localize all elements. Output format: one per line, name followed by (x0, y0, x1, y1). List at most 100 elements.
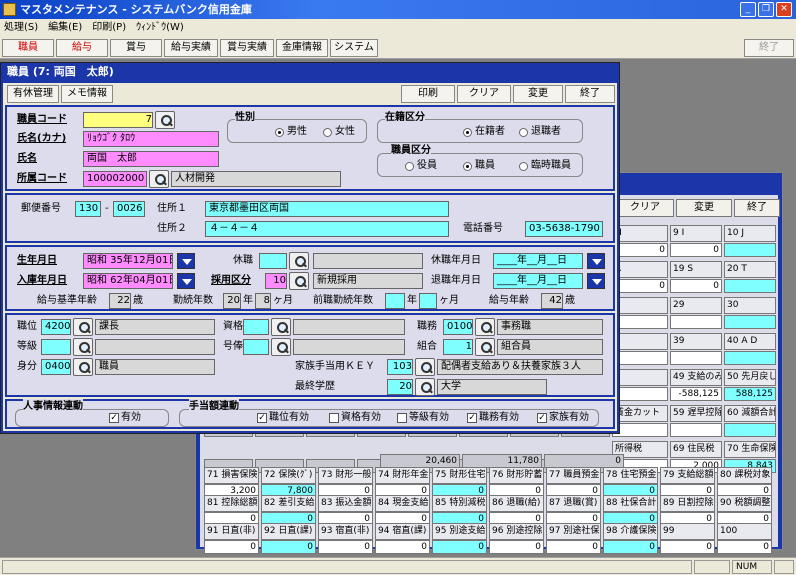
module-exit[interactable]: 終了 (744, 39, 794, 57)
restore-icon[interactable]: ❐ (758, 2, 774, 17)
retire-field[interactable]: ____年__月__日 (493, 273, 583, 289)
menu-process[interactable]: 処理(S) (4, 22, 38, 33)
union-search-icon[interactable] (475, 338, 495, 356)
leave-date-field[interactable]: ____年__月__日 (493, 253, 583, 269)
addr2-field[interactable]: ４－４－４ (205, 221, 449, 237)
edu-search-icon[interactable] (415, 378, 435, 396)
tab-memo[interactable]: メモ情報 (61, 85, 113, 103)
module-bank-info[interactable]: 金庫情報 (276, 39, 328, 57)
grid-value-cell[interactable]: 0 (318, 540, 373, 554)
pos-code-field[interactable]: 4200 (41, 319, 71, 335)
grid-value-cell[interactable]: 0 (489, 540, 544, 554)
salary-exit-button[interactable]: 終了 (734, 199, 780, 217)
print-button[interactable]: 印刷 (401, 85, 455, 103)
menu-edit[interactable]: 編集(E) (48, 22, 82, 33)
qual-code-field[interactable] (243, 319, 269, 335)
leave-date-dropdown-icon[interactable] (587, 253, 605, 269)
grid-value-cell[interactable] (612, 351, 668, 365)
allow-position-checkbox[interactable]: ✓ (257, 413, 267, 423)
allow-family-checkbox[interactable]: ✓ (537, 413, 547, 423)
emp-code-field[interactable]: 7 (83, 112, 153, 128)
grid-value-cell[interactable]: 0 (204, 540, 259, 554)
hire-type-code-field[interactable]: 10 (265, 273, 287, 289)
clear-button[interactable]: クリア (457, 85, 511, 103)
module-salary[interactable]: 給与 (56, 39, 108, 57)
retire-dropdown-icon[interactable] (587, 273, 605, 289)
addr1-field[interactable]: 東京都墨田区両国 (205, 201, 449, 217)
grid-value-cell[interactable] (670, 315, 722, 329)
grid-value-cell[interactable]: 0 (670, 243, 722, 257)
dept-code-field[interactable]: 100002000 (83, 171, 147, 187)
menu-print[interactable]: 印刷(P) (92, 22, 126, 33)
zip-second-field[interactable]: 0026 (113, 201, 145, 217)
menu-window[interactable]: ｳｨﾝﾄﾞｳ(W) (136, 22, 184, 33)
grid-value-cell[interactable]: 0 (432, 540, 487, 554)
prev-months-field[interactable] (419, 293, 437, 309)
family-key-search-icon[interactable] (415, 358, 435, 376)
grid-value-cell[interactable]: -588,125 (670, 387, 722, 401)
zip-first-field[interactable]: 130 (75, 201, 101, 217)
close-icon[interactable]: ✕ (776, 2, 792, 17)
grade-code-field[interactable] (41, 339, 71, 355)
salary-clear-button[interactable]: クリア (616, 199, 674, 217)
module-staff[interactable]: 職員 (2, 39, 54, 57)
prev-years-field[interactable] (385, 293, 405, 309)
grid-value-cell[interactable]: 0 (612, 243, 668, 257)
staff-temp-radio[interactable] (519, 162, 528, 171)
hire-field[interactable]: 昭和 62年04月01日 (83, 273, 173, 289)
grid-value-cell[interactable]: 0 (544, 454, 624, 468)
grid-value-cell[interactable]: 0 (660, 540, 715, 554)
grid-value-cell[interactable] (670, 351, 722, 365)
grid-value-cell[interactable]: 0 (375, 540, 430, 554)
family-key-code-field[interactable]: 103 (387, 359, 413, 375)
module-bonus-results[interactable]: 賞与実績 (220, 39, 274, 57)
allow-duty-checkbox[interactable]: ✓ (467, 413, 477, 423)
leave-code-field[interactable] (259, 253, 287, 269)
grid-value-cell[interactable]: 11,780 (462, 454, 542, 468)
module-bonus[interactable]: 賞与 (110, 39, 162, 57)
step-code-field[interactable] (243, 339, 269, 355)
minimize-icon[interactable]: _ (740, 2, 756, 17)
grid-value-cell[interactable]: 0 (670, 279, 722, 293)
birth-dropdown-icon[interactable] (177, 253, 195, 269)
grid-value-cell[interactable] (612, 315, 668, 329)
qual-search-icon[interactable] (271, 318, 291, 336)
gender-female-radio[interactable] (323, 128, 332, 137)
kana-field[interactable]: ﾘｮｳｺﾞｸ ﾀﾛｳ (83, 131, 219, 147)
tab-paid-leave[interactable]: 有休管理 (7, 85, 59, 103)
emp-search-icon[interactable] (155, 111, 175, 129)
grid-value-cell[interactable] (724, 315, 776, 329)
grid-value-cell[interactable] (724, 279, 776, 293)
dept-search-icon[interactable] (149, 170, 169, 188)
module-salary-results[interactable]: 給与実績 (164, 39, 218, 57)
salary-change-button[interactable]: 変更 (676, 199, 732, 217)
gender-male-radio[interactable] (275, 128, 284, 137)
union-code-field[interactable]: 1 (443, 339, 473, 355)
staff-employee-radio[interactable] (463, 162, 472, 171)
status-code-field[interactable]: 0400 (41, 359, 71, 375)
birth-field[interactable]: 昭和 35年12月01日 (83, 253, 173, 269)
grid-value-cell[interactable] (724, 423, 776, 437)
enroll-current-radio[interactable] (463, 128, 472, 137)
name-field[interactable]: 両国 太郎 (83, 151, 219, 167)
step-search-icon[interactable] (271, 338, 291, 356)
grid-value-cell[interactable]: 0 (261, 540, 316, 554)
grid-value-cell[interactable] (612, 387, 668, 401)
module-system[interactable]: システム (330, 39, 378, 57)
grid-value-cell[interactable] (670, 423, 722, 437)
enroll-retired-radio[interactable] (519, 128, 528, 137)
grid-value-cell[interactable] (612, 423, 668, 437)
staff-officer-radio[interactable] (405, 162, 414, 171)
grid-value-cell[interactable]: 0 (717, 540, 772, 554)
hire-dropdown-icon[interactable] (177, 273, 195, 289)
grid-value-cell[interactable]: 0 (546, 540, 601, 554)
exit-button[interactable]: 終了 (565, 85, 615, 103)
hire-type-search-icon[interactable] (289, 272, 309, 290)
grid-value-cell[interactable]: 0 (612, 279, 668, 293)
duty-code-field[interactable]: 0100 (443, 319, 473, 335)
allow-grade-checkbox[interactable] (397, 413, 407, 423)
grid-value-cell[interactable]: 20,460 (380, 454, 460, 468)
edu-code-field[interactable]: 20 (387, 379, 413, 395)
duty-search-icon[interactable] (475, 318, 495, 336)
allow-qual-checkbox[interactable] (329, 413, 339, 423)
